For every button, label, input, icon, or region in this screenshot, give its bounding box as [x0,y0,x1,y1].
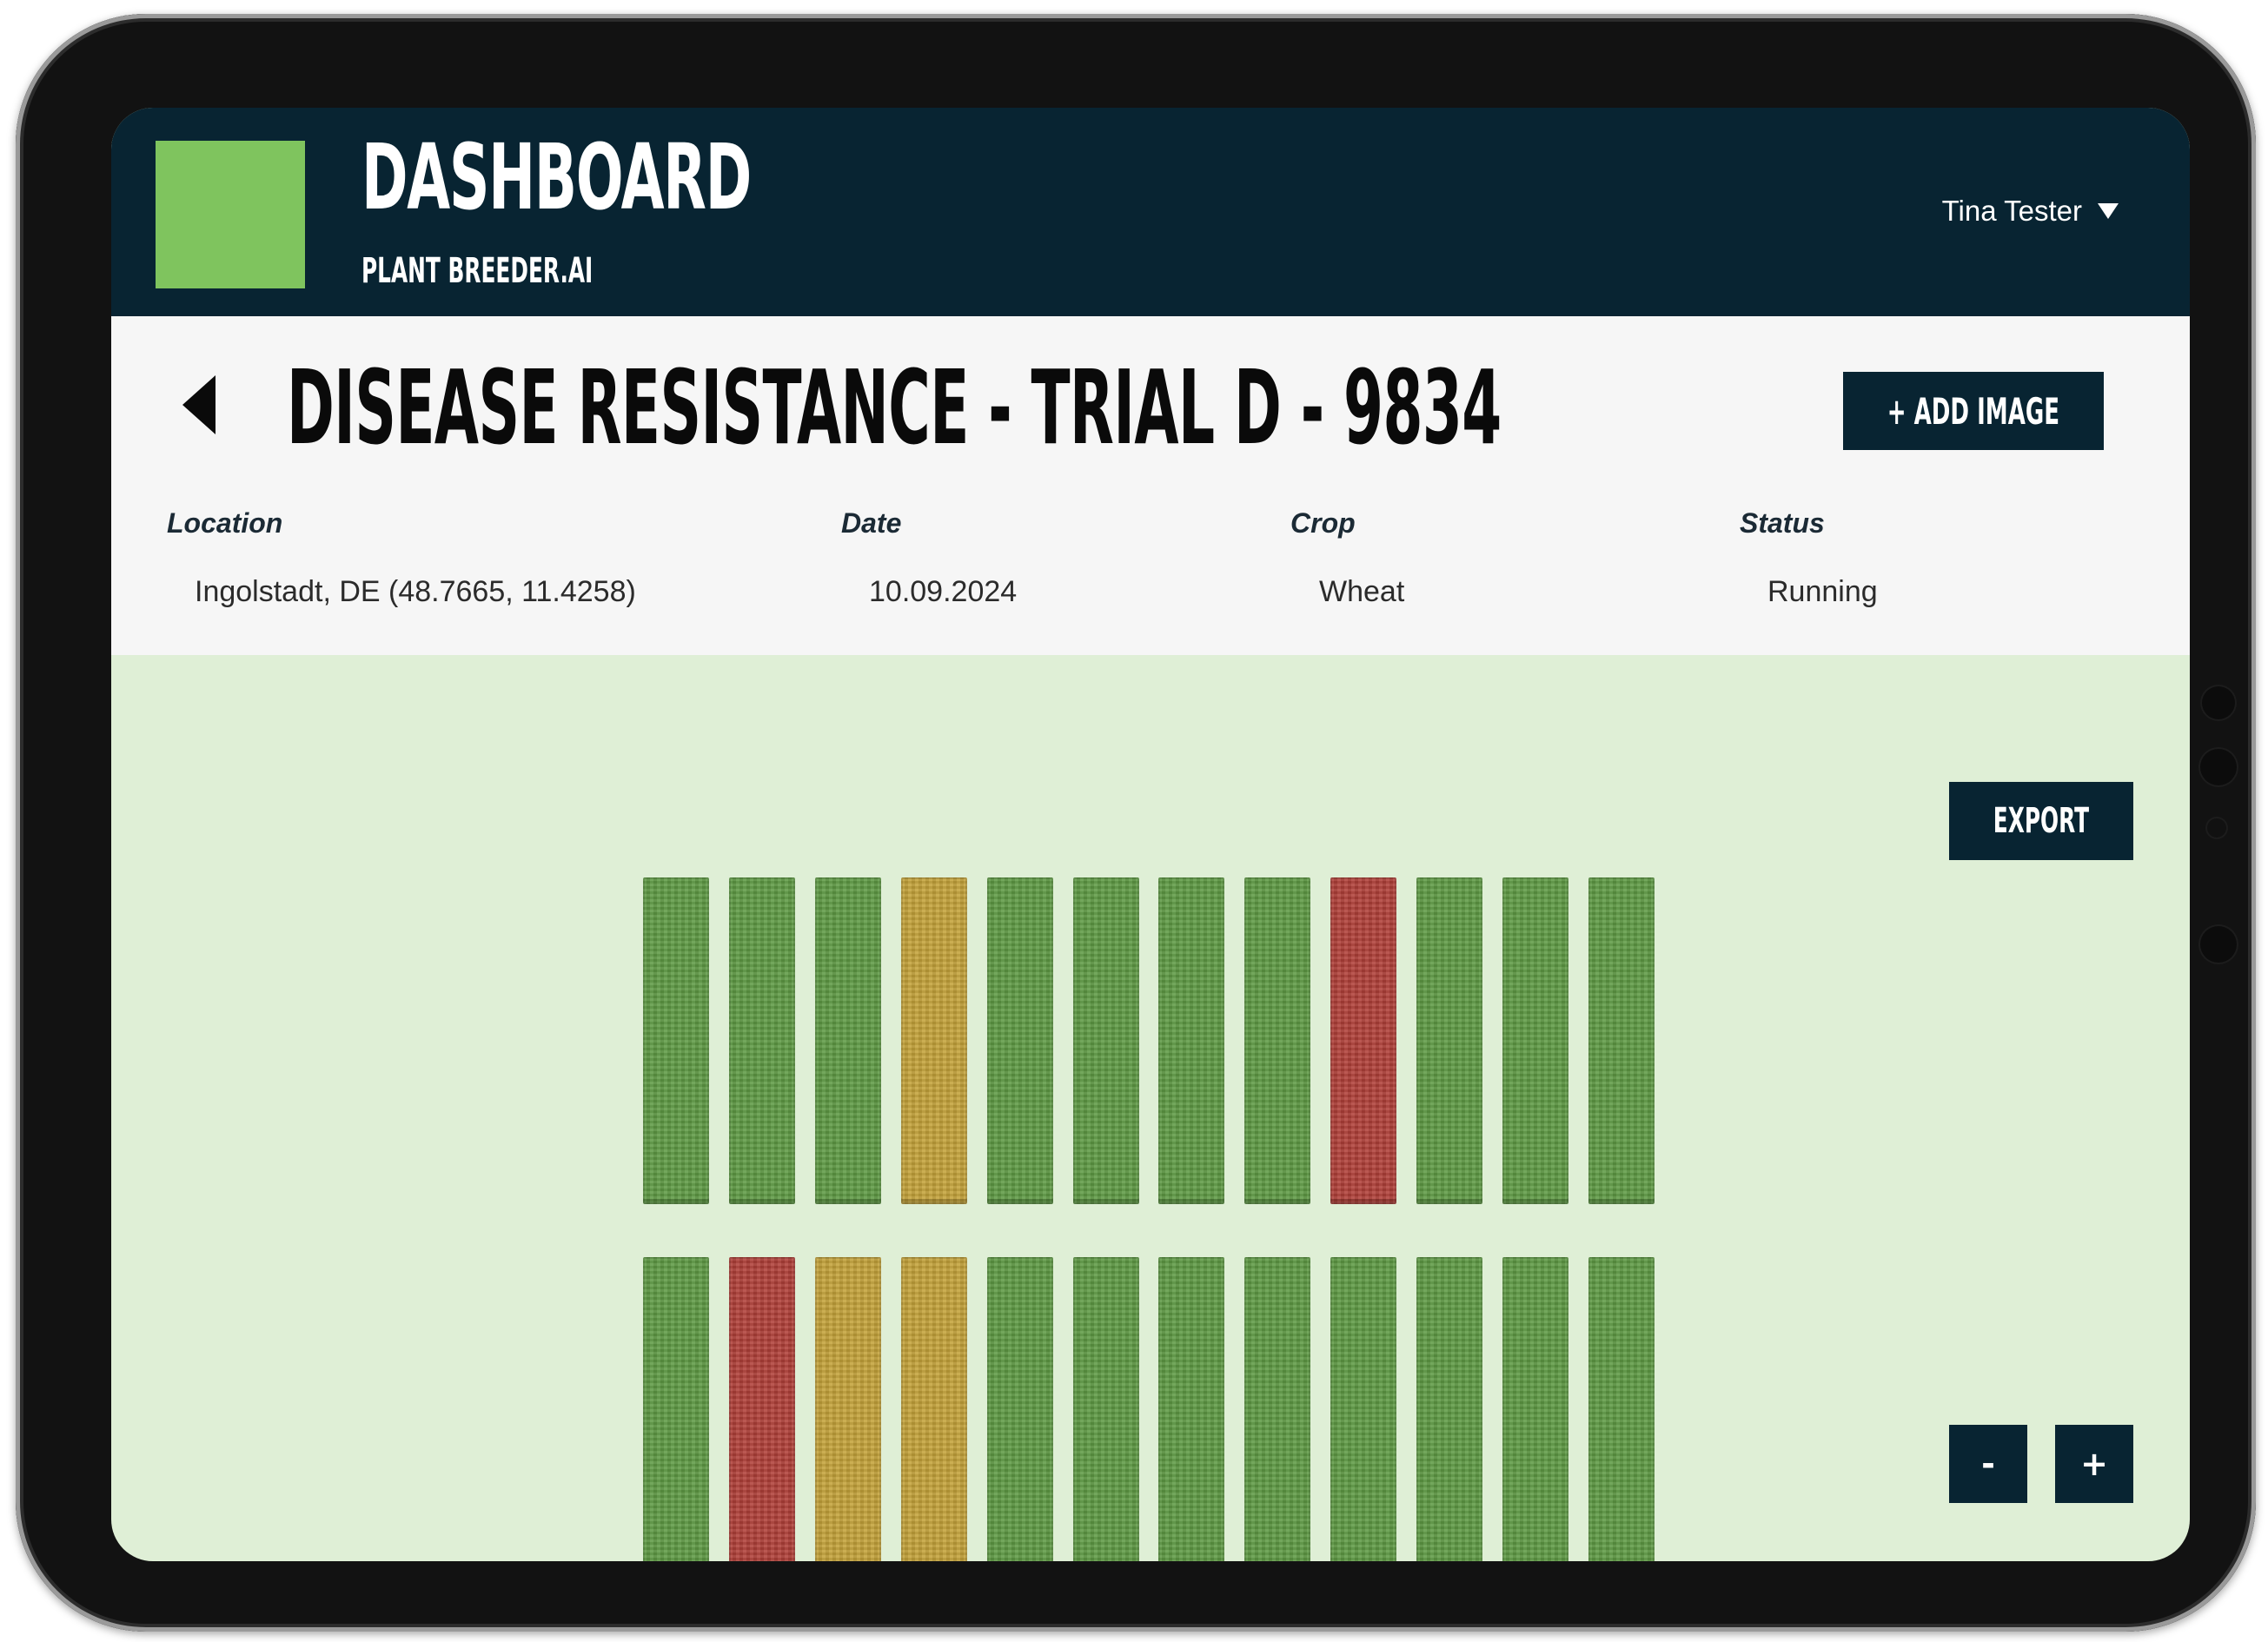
plot-healthy[interactable] [986,1257,1053,1561]
plot-moderate[interactable] [900,1257,967,1561]
zoom-out-label: - [1981,1445,1995,1483]
plot-healthy[interactable] [643,877,709,1204]
export-label: EXPORT [1993,801,2090,841]
sensor-dot [2200,749,2237,785]
plot-healthy[interactable] [1330,1257,1397,1561]
plot-healthy[interactable] [1588,877,1655,1204]
crop-label: Crop [1290,507,1356,539]
chevron-down-icon [2098,203,2119,219]
zoom-in-label: + [2080,1445,2108,1483]
user-name: Tina Tester [1941,195,2082,227]
top-bar: DASHBOARD PLANT BREEDER.AI Tina Tester [111,108,2190,316]
plot-healthy[interactable] [1416,877,1483,1204]
plot-healthy[interactable] [643,1257,709,1561]
status-value: Running [1767,575,1878,608]
date-value: 10.09.2024 [869,575,1018,608]
app-title: DASHBOARD [361,124,752,230]
plot-moderate[interactable] [900,877,967,1204]
date-label: Date [841,507,902,539]
add-image-button[interactable]: + ADD IMAGE [1843,372,2104,450]
app-screen: DASHBOARD PLANT BREEDER.AI Tina Tester D… [111,108,2190,1561]
trial-info-panel: DISEASE RESISTANCE - TRIAL D - 9834 + AD… [111,316,2190,655]
plot-healthy[interactable] [1416,1257,1483,1561]
plot-healthy[interactable] [1072,877,1139,1204]
plot-healthy[interactable] [1588,1257,1655,1561]
plot-infected[interactable] [728,1257,795,1561]
location-label: Location [167,507,283,539]
plot-infected[interactable] [1330,877,1397,1204]
sensor-dot-small [2207,818,2226,838]
trial-title: DISEASE RESISTANCE - TRIAL D - 9834 [287,348,1502,467]
back-arrow-icon[interactable] [182,375,216,434]
zoom-in-button[interactable]: + [2055,1425,2133,1503]
plot-healthy[interactable] [1158,1257,1225,1561]
plot-healthy[interactable] [986,877,1053,1204]
sensor-dot [2200,926,2237,963]
add-image-label: + ADD IMAGE [1887,389,2060,433]
status-label: Status [1740,507,1825,539]
plot-healthy[interactable] [1502,1257,1568,1561]
plot-healthy[interactable] [1502,877,1568,1204]
app-subtitle: PLANT BREEDER.AI [361,251,594,291]
user-menu[interactable]: Tina Tester [1942,195,2119,228]
location-value: Ingolstadt, DE (48.7665, 11.4258) [195,575,636,608]
plot-healthy[interactable] [1244,877,1311,1204]
plot-healthy[interactable] [1072,1257,1139,1561]
field-plot-map: EXPORT - + [111,655,2190,1561]
tablet-frame: DASHBOARD PLANT BREEDER.AI Tina Tester D… [16,14,2256,1632]
zoom-out-button[interactable]: - [1949,1425,2027,1503]
plot-healthy[interactable] [1158,877,1225,1204]
app-logo [156,141,305,288]
plot-healthy[interactable] [814,877,881,1204]
export-button[interactable]: EXPORT [1949,782,2133,860]
plot-healthy[interactable] [728,877,795,1204]
plot-moderate[interactable] [814,1257,881,1561]
plot-healthy[interactable] [1244,1257,1311,1561]
crop-value: Wheat [1319,575,1405,608]
camera-dot [2202,686,2235,719]
